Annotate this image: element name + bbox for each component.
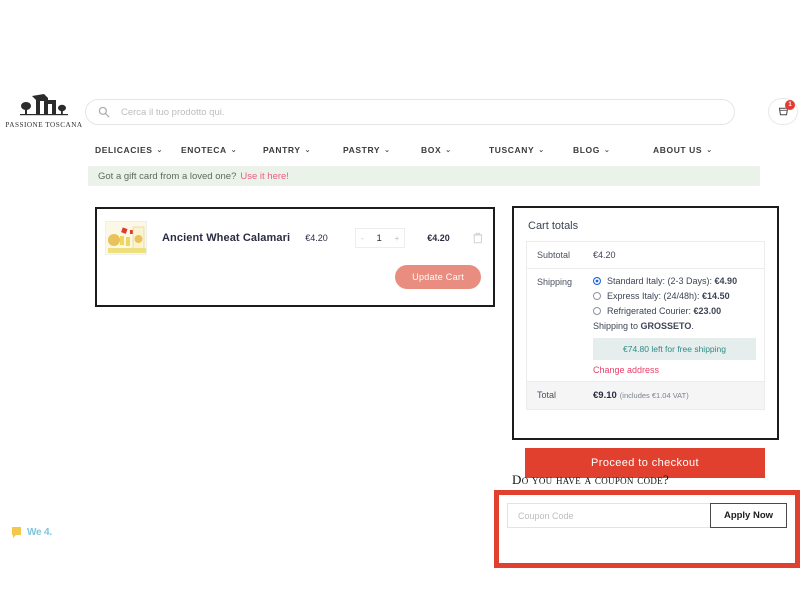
nav-item-pantry[interactable]: PANTRY ⌄ — [263, 145, 343, 155]
total-vat-note: (includes €1.04 VAT) — [619, 391, 689, 400]
shipping-option-text: Express Italy: (24/48h): — [607, 291, 703, 301]
update-cart-button[interactable]: Update Cart — [395, 265, 481, 289]
main-navigation: DELICACIES ⌄ ENOTECA ⌄ PANTRY ⌄ PASTRY ⌄… — [0, 136, 800, 164]
chevron-down-icon: ⌄ — [706, 147, 713, 154]
cart-page: PASSIONE TOSCANA 1 — [0, 0, 800, 600]
shipping-option-price: €4.90 — [714, 276, 738, 286]
total-value: €9.10 — [593, 390, 617, 401]
radio-standard-italy[interactable] — [593, 277, 601, 285]
nav-label: PASTRY — [343, 145, 381, 155]
coupon-panel: Apply Now — [494, 490, 800, 568]
search-input[interactable] — [119, 105, 679, 119]
free-shipping-notice: €74.80 left for free shipping — [593, 338, 756, 360]
nav-item-blog[interactable]: BLOG ⌄ — [573, 145, 653, 155]
shipping-option-label: Standard Italy: (2-3 Days): €4.90 — [607, 276, 737, 286]
site-header: PASSIONE TOSCANA 1 — [0, 0, 800, 148]
shipping-label: Shipping — [537, 277, 573, 287]
gift-banner-link[interactable]: Use it here! — [240, 171, 289, 182]
quantity-increase-button[interactable]: + — [395, 234, 400, 243]
chevron-down-icon: ⌄ — [230, 147, 238, 154]
nav-item-enoteca[interactable]: ENOTECA ⌄ — [181, 145, 263, 155]
chevron-down-icon: ⌄ — [603, 147, 611, 154]
cart-totals-panel: Cart totals Subtotal €4.20 Shipping Stan… — [512, 206, 779, 440]
shipping-option-price: €14.50 — [702, 291, 730, 301]
nav-item-delicacies[interactable]: DELICACIES ⌄ — [95, 145, 181, 155]
nav-label: PANTRY — [263, 145, 301, 155]
product-unit-price: €4.20 — [305, 233, 328, 243]
total-value-cell: €9.10 (includes €1.04 VAT) — [593, 382, 764, 409]
gift-banner-text: Got a gift card from a loved one? — [98, 170, 237, 182]
chevron-down-icon: ⌄ — [304, 147, 312, 154]
nav-item-about-us[interactable]: ABOUT US ⌄ — [653, 145, 713, 155]
shipping-options: Standard Italy: (2-3 Days): €4.90 Expres… — [593, 269, 764, 381]
update-cart-row: Update Cart — [97, 255, 493, 289]
shipping-option-refrigerated[interactable]: Refrigerated Courier: €23.00 — [593, 306, 756, 316]
product-thumbnail[interactable] — [105, 221, 147, 255]
total-row: Total €9.10 (includes €1.04 VAT) — [527, 382, 764, 409]
shipping-option-express[interactable]: Express Italy: (24/48h): €14.50 — [593, 291, 756, 301]
nav-label: BOX — [421, 145, 442, 155]
quantity-stepper[interactable]: - 1 + — [355, 228, 406, 248]
search-bar[interactable] — [85, 99, 735, 125]
chevron-down-icon: ⌄ — [538, 147, 545, 154]
product-image-icon — [106, 222, 146, 254]
cart-count-badge: 1 — [785, 100, 795, 110]
quantity-decrease-button[interactable]: - — [361, 234, 364, 243]
chevron-down-icon: ⌄ — [445, 147, 452, 154]
subtotal-value: €4.20 — [593, 250, 616, 260]
total-label: Total — [537, 390, 557, 400]
nav-label: TUSCANY — [489, 145, 535, 155]
shipping-option-text: Refrigerated Courier: — [607, 306, 694, 316]
coupon-form: Apply Now — [499, 495, 795, 528]
cart-totals-title: Cart totals — [528, 220, 579, 232]
coupon-heading: Do you have a coupon code? — [512, 472, 670, 487]
radio-refrigerated-courier[interactable] — [593, 307, 601, 315]
shipping-option-label: Refrigerated Courier: €23.00 — [607, 306, 721, 316]
chat-widget[interactable]: We 4. — [10, 525, 52, 539]
subtotal-row: Subtotal €4.20 — [527, 242, 764, 269]
logo-illustration-icon — [20, 94, 68, 116]
chat-widget-label: We 4. — [27, 526, 52, 538]
change-address-link[interactable]: Change address — [593, 365, 756, 375]
logo-caption: PASSIONE TOSCANA — [5, 121, 83, 129]
shipping-destination-suffix: . — [691, 321, 694, 331]
nav-label: ENOTECA — [181, 145, 227, 155]
search-icon — [98, 106, 110, 118]
site-logo[interactable]: PASSIONE TOSCANA — [5, 92, 83, 138]
shipping-row: Shipping Standard Italy: (2-3 Days): €4.… — [527, 269, 764, 382]
chat-widget-icon — [12, 527, 21, 538]
subtotal-label: Subtotal — [537, 250, 571, 260]
cart-totals-table: Subtotal €4.20 Shipping Standard Italy: … — [526, 241, 765, 410]
gift-card-banner: Got a gift card from a loved one? Use it… — [88, 166, 760, 186]
shipping-option-label: Express Italy: (24/48h): €14.50 — [607, 291, 730, 301]
cart-items-panel: Ancient Wheat Calamari €4.20 - 1 + €4.20… — [95, 207, 495, 307]
chevron-down-icon: ⌄ — [384, 147, 391, 154]
nav-item-tuscany[interactable]: TUSCANY ⌄ — [489, 145, 573, 155]
product-name[interactable]: Ancient Wheat Calamari — [162, 232, 305, 244]
cart-button[interactable]: 1 — [768, 98, 798, 125]
nav-label: ABOUT US — [653, 145, 703, 155]
chevron-down-icon: ⌄ — [156, 147, 163, 154]
shipping-option-price: €23.00 — [693, 306, 722, 316]
product-line-total: €4.20 — [427, 233, 450, 243]
apply-coupon-button[interactable]: Apply Now — [710, 503, 787, 528]
nav-item-box[interactable]: BOX ⌄ — [421, 145, 489, 155]
nav-item-pastry[interactable]: PASTRY ⌄ — [343, 145, 421, 155]
nav-label: BLOG — [573, 145, 600, 155]
shipping-option-standard[interactable]: Standard Italy: (2-3 Days): €4.90 — [593, 276, 756, 286]
quantity-value[interactable]: 1 — [377, 233, 382, 244]
shipping-destination-prefix: Shipping to — [593, 321, 641, 331]
shipping-option-text: Standard Italy: (2-3 Days): — [607, 276, 715, 286]
shipping-destination-city: GROSSETO — [640, 321, 692, 331]
shipping-destination: Shipping to GROSSETO. — [593, 321, 756, 331]
radio-express-italy[interactable] — [593, 292, 601, 300]
cart-item-row: Ancient Wheat Calamari €4.20 - 1 + €4.20 — [97, 209, 493, 255]
coupon-code-input[interactable] — [507, 503, 710, 528]
nav-label: DELICACIES — [95, 145, 153, 155]
trash-icon[interactable] — [473, 232, 483, 244]
